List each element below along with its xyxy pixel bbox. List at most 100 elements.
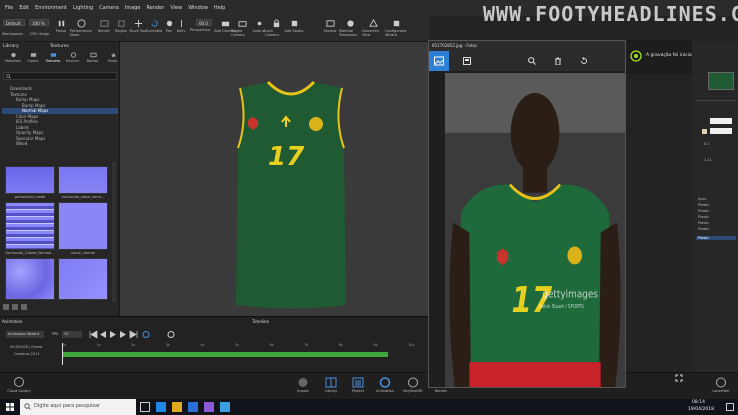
fov-input[interactable]: 60.0: [196, 19, 212, 26]
menu-image[interactable]: Image: [122, 5, 144, 11]
color-swatch-white[interactable]: [710, 118, 732, 124]
material-list-item[interactable]: Plastic: [698, 227, 709, 231]
menu-file[interactable]: File: [2, 5, 16, 11]
timeline-layer-label[interactable]: Cameras 2011: [14, 352, 40, 356]
skip-start-icon[interactable]: [89, 330, 98, 339]
loop-icon[interactable]: [142, 331, 150, 338]
view-select[interactable]: Default: [3, 19, 25, 26]
photos-view-button[interactable]: [429, 51, 449, 71]
import-button[interactable]: Import: [290, 377, 316, 393]
right-bottom-button[interactable]: Lanzeider: [706, 377, 736, 393]
fps-input[interactable]: 30: [62, 331, 82, 338]
perspective-button[interactable]: Perspective: [189, 28, 211, 32]
prev-frame-icon[interactable]: [100, 331, 106, 338]
texture-thumb[interactable]: [58, 258, 108, 300]
performance-mode-button[interactable]: Performance Mode: [70, 19, 92, 37]
tab-colors[interactable]: Colors: [24, 52, 42, 63]
play-icon[interactable]: [110, 331, 116, 338]
delete-icon[interactable]: [554, 57, 562, 65]
pause-icon: [58, 20, 64, 27]
ribbon-toolbar: Default 100 % Workspaces CPU Usage Pause…: [0, 16, 430, 42]
tab-textures[interactable]: Textures: [44, 52, 62, 63]
library-search-input[interactable]: [3, 72, 117, 80]
keyshotxr-button[interactable]: KeyShotXR: [400, 377, 426, 393]
menu-edit[interactable]: Edit: [16, 5, 32, 11]
timeline-playhead[interactable]: [62, 343, 63, 365]
add-studio-button[interactable]: Add Studio: [283, 19, 305, 33]
fullscreen-icon[interactable]: [675, 374, 683, 382]
time-readout: 00:00:000 | Frame: [10, 345, 43, 349]
app-icon[interactable]: [204, 402, 214, 412]
material-list-item[interactable]: Spec: [698, 197, 707, 201]
texture-thumb[interactable]: [58, 202, 108, 250]
rotate-icon[interactable]: [580, 57, 588, 65]
look-at-icon: [257, 21, 261, 26]
tab-materials[interactable]: Materials: [4, 52, 22, 63]
material-list-item[interactable]: Plastic: [698, 221, 709, 225]
timeline-ruler[interactable]: 0s 1s 2s 3s 4s 5s 6s 7s 8s 9s 10s: [62, 343, 418, 351]
animation-wizard-button[interactable]: Animation Wizard: [6, 331, 44, 338]
file-explorer-icon[interactable]: [172, 402, 182, 412]
library-scrollbar[interactable]: [112, 162, 116, 302]
library-panel: Library Textures Materials Colors Textur…: [0, 42, 120, 316]
property-value[interactable]: 1.11: [704, 158, 712, 162]
camera-animation-bar[interactable]: [62, 352, 388, 357]
library-button[interactable]: Library: [318, 377, 344, 393]
zoom-select[interactable]: 100 %: [29, 19, 49, 26]
next-frame-icon[interactable]: [120, 331, 126, 338]
store-icon[interactable]: [188, 402, 198, 412]
windows-start-icon[interactable]: [6, 403, 14, 411]
color-swatch-beige[interactable]: [702, 129, 707, 134]
menu-window[interactable]: Window: [185, 5, 211, 11]
texture-thumb[interactable]: [5, 166, 55, 194]
cloud-library-button[interactable]: Cloud Library: [4, 377, 34, 393]
project-button[interactable]: Project: [345, 377, 371, 393]
geometry-view-button[interactable]: Geometry View: [362, 19, 384, 37]
menu-render[interactable]: Render: [144, 5, 168, 11]
material-list-item[interactable]: Plastic: [698, 209, 709, 213]
material-list-item[interactable]: Plastic: [698, 203, 709, 207]
render-viewport[interactable]: 17: [120, 42, 430, 316]
photos-icon[interactable]: [220, 402, 230, 412]
color-swatch-white-2[interactable]: [710, 128, 732, 134]
skip-end-icon[interactable]: [129, 330, 138, 339]
menu-camera[interactable]: Camera: [96, 5, 122, 11]
taskbar-clock-time[interactable]: 08:14: [692, 400, 705, 405]
texture-thumb[interactable]: [5, 258, 55, 300]
menu-view[interactable]: View: [167, 5, 185, 11]
menu-lighting[interactable]: Lighting: [70, 5, 96, 11]
tab-backplates[interactable]: Backpl.: [84, 52, 102, 63]
taskbar-search-box[interactable]: Digite aqui para pesquisar: [20, 399, 136, 415]
material-list-item-selected[interactable]: Plastic: [696, 236, 736, 240]
folder-icon[interactable]: [21, 304, 27, 310]
library-icon: [325, 377, 337, 388]
grid-view-icon[interactable]: [3, 304, 9, 310]
pause-button[interactable]: Pause: [50, 19, 72, 33]
cpu-usage-label[interactable]: CPU Usage: [30, 32, 49, 36]
property-value[interactable]: 0.1: [704, 142, 710, 146]
notification-icon[interactable]: [726, 403, 734, 411]
slideshow-icon[interactable]: [463, 57, 471, 65]
material-preview[interactable]: [708, 72, 734, 90]
task-view-icon[interactable]: [140, 402, 150, 412]
animation-button[interactable]: Animation: [372, 377, 398, 393]
workspaces-label[interactable]: Workspaces: [2, 32, 23, 36]
list-view-icon[interactable]: [12, 304, 18, 310]
zoom-icon[interactable]: [528, 57, 536, 65]
timeline-tick-label: 1s: [96, 343, 101, 347]
settings-icon[interactable]: [167, 331, 175, 338]
tree-item[interactable]: Wood: [2, 141, 118, 147]
studios-button[interactable]: Studios: [319, 19, 341, 33]
texture-thumb[interactable]: [58, 166, 108, 194]
configurator-wizard-button[interactable]: Configurator Wizard: [385, 19, 407, 37]
material-list-item[interactable]: Plastic: [698, 215, 709, 219]
recording-toast[interactable]: A gravação foi iniciada: [626, 40, 697, 74]
material-templates-button[interactable]: Material Templates: [339, 19, 361, 37]
toggle-camera-icon: [237, 21, 247, 27]
menu-environment[interactable]: Environment: [32, 5, 70, 11]
edge-icon[interactable]: [156, 402, 166, 412]
taskbar-clock-date[interactable]: 19/04/2018: [688, 407, 714, 412]
tab-environments[interactable]: Environ.: [64, 52, 82, 63]
menu-help[interactable]: Help: [211, 5, 228, 11]
texture-thumb[interactable]: [5, 202, 55, 250]
